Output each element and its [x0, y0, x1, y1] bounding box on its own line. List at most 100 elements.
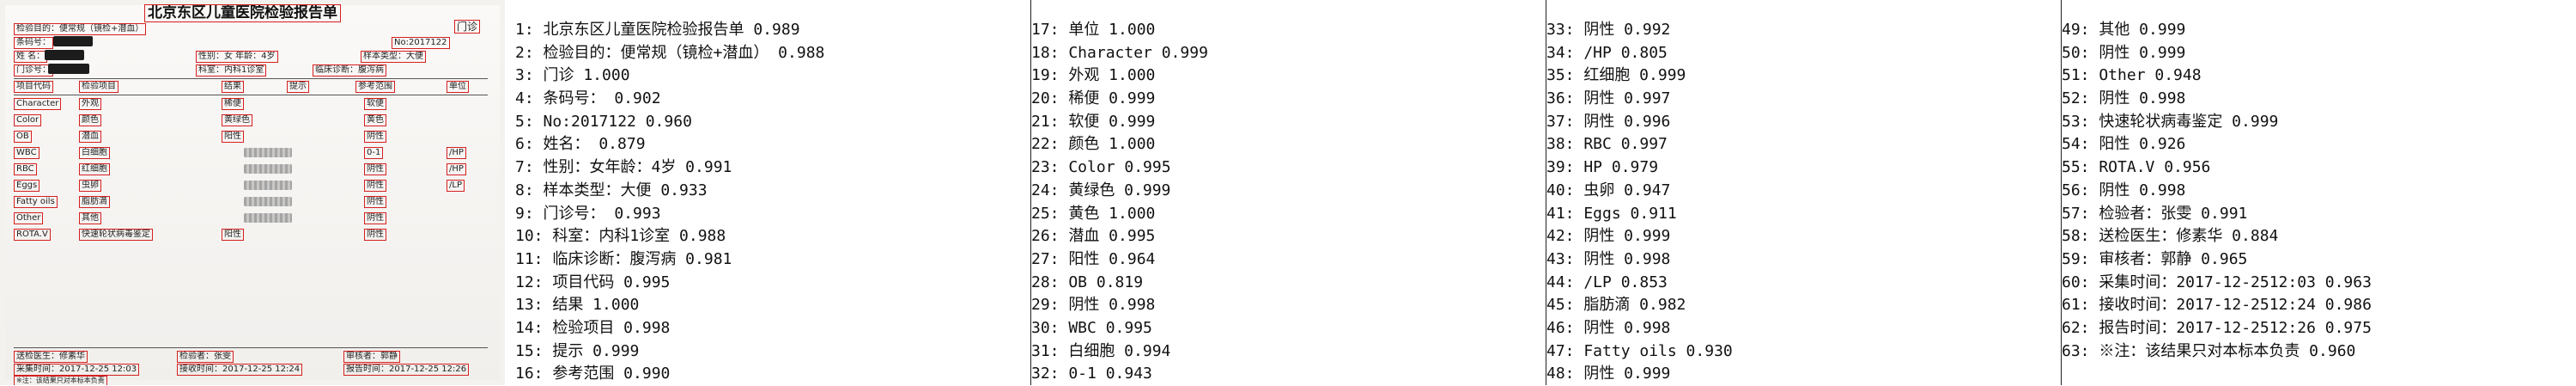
ocr-line: 52: 阴性 0.998: [2062, 89, 2186, 108]
row-item: 虫卵: [79, 180, 101, 192]
ocr-line: 45: 脂肪滴 0.982: [1546, 296, 1686, 315]
department-box: 科室：内科1诊室: [196, 64, 267, 77]
ocr-line: 41: Eggs 0.911: [1546, 204, 1677, 223]
ocr-line: 53: 快速轮状病毒鉴定 0.999: [2062, 112, 2279, 131]
ocr-line: 24: 黄绿色 0.999: [1031, 181, 1171, 199]
row-code: ROTA.V: [14, 229, 51, 241]
report-time-box: 报告时间：2017-12-25 12:26: [343, 364, 470, 376]
note-box: ※注：该结果只对本标本负责: [14, 376, 107, 385]
row-range: 黄色: [364, 114, 386, 126]
ocr-line: 43: 阴性 0.998: [1546, 249, 1671, 268]
row-item: 其他: [79, 212, 101, 224]
row-code: Eggs: [14, 180, 40, 192]
ocr-line: 25: 黄色 1.000: [1031, 204, 1156, 223]
ocr-line: 60: 采集时间：2017-12-2512:03 0.963: [2062, 273, 2372, 291]
row-unit: /HP: [447, 147, 466, 159]
ocr-line: 62: 报告时间：2017-12-2512:26 0.975: [2062, 318, 2372, 337]
ocr-line: 19: 外观 1.000: [1031, 66, 1156, 85]
ocr-line: 63: ※注：该结果只对本标本负责 0.960: [2062, 341, 2356, 360]
receive-time-box: 接收时间：2017-12-25 12:24: [177, 364, 303, 376]
ocr-line: 46: 阴性 0.998: [1546, 318, 1671, 337]
redacted-barcode: [53, 36, 93, 46]
row-unit: /HP: [447, 163, 466, 175]
ocr-line: 16: 参考范围 0.990: [515, 365, 671, 383]
ocr-line: 9: 门诊号： 0.993: [515, 204, 661, 223]
col-unit-header: 单位: [447, 81, 469, 93]
ocr-line: 40: 虫卵 0.947: [1546, 181, 1671, 199]
barcode-box: 条码号：: [14, 37, 53, 49]
ocr-line: 58: 送检医生：修素华 0.884: [2062, 227, 2279, 246]
blurred-result: [244, 148, 292, 157]
row-item: 白细胞: [79, 147, 110, 159]
ocr-line: 5: No:2017122 0.960: [515, 112, 692, 131]
blurred-result: [244, 197, 292, 206]
ocr-line: 11: 临床诊断：腹泻病 0.981: [515, 249, 732, 268]
ocr-list: 17: 单位 1.000 18: Character 0.999 19: 外观 1.…: [1031, 19, 1208, 386]
blurred-result: [244, 181, 292, 190]
ocr-line: 12: 项目代码 0.995: [515, 273, 671, 291]
row-range: 阴性: [364, 196, 386, 208]
ocr-pane: 49: 其他 0.999 50: 阴性 0.999 51: Other 0.948 5…: [2061, 0, 2576, 385]
ocr-line: 56: 阴性 0.998: [2062, 181, 2186, 199]
row-item: 外观: [79, 98, 101, 110]
collect-time-box: 采集时间：2017-12-25 12:03: [14, 364, 140, 376]
row-item: 潜血: [79, 131, 101, 143]
ocr-line: 27: 阳性 0.964: [1031, 249, 1156, 268]
row-range: 阴性: [364, 180, 386, 192]
row-result: 黄绿色: [222, 114, 252, 126]
col-code-header: 项目代码: [14, 81, 53, 93]
ocr-line: 33: 阴性 0.992: [1546, 21, 1671, 39]
ocr-line: 23: Color 0.995: [1031, 158, 1171, 177]
inspector-box: 检验者：张雯: [177, 351, 234, 363]
ocr-line: 32: 0-1 0.943: [1031, 365, 1152, 383]
ocr-line: 3: 门诊 1.000: [515, 66, 630, 85]
diagnosis-box: 临床诊断：腹泻病: [313, 64, 386, 77]
ocr-line: 57: 检验者：张雯 0.991: [2062, 204, 2248, 223]
row-range: 阴性: [364, 212, 386, 224]
ocr-line: 1: 北京东区儿童医院检验报告单 0.989: [515, 21, 800, 39]
ocr-line: 38: RBC 0.997: [1546, 135, 1668, 154]
row-code: RBC: [14, 163, 37, 175]
report-no-box: No:2017122: [392, 37, 450, 49]
ocr-line: 39: HP 0.979: [1546, 158, 1659, 177]
ocr-line: 35: 红细胞 0.999: [1546, 66, 1686, 85]
col-range-header: 参考范围: [355, 81, 395, 93]
row-unit: /LP: [447, 180, 465, 192]
ocr-line: 8: 样本类型：大便 0.933: [515, 181, 708, 199]
col-hint-header: 提示: [287, 81, 309, 93]
ocr-line: 29: 阴性 0.998: [1031, 296, 1156, 315]
row-code: WBC: [14, 147, 39, 159]
ocr-line: 47: Fatty oils 0.930: [1546, 341, 1733, 360]
header-rule: [14, 78, 488, 79]
ocr-line: 15: 提示 0.999: [515, 341, 640, 360]
ocr-line: 20: 稀便 0.999: [1031, 89, 1156, 108]
row-item: 脂肪滴: [79, 196, 110, 208]
row-item: 颜色: [79, 114, 101, 126]
row-result: 稀便: [222, 98, 244, 110]
ocr-line: 21: 软便 0.999: [1031, 112, 1156, 131]
row-code: Fatty oils: [14, 196, 58, 208]
report-title: 北京东区儿童医院检验报告单: [144, 4, 341, 22]
row-range: 阴性: [364, 163, 386, 175]
row-range: 阴性: [364, 229, 386, 241]
specimen-box: 样本类型：大便: [361, 51, 426, 63]
ocr-line: 7: 性别：女年龄：4岁 0.991: [515, 158, 732, 177]
row-code: OB: [14, 131, 32, 143]
row-code: Color: [14, 114, 42, 126]
ocr-line: 48: 阴性 0.999: [1546, 365, 1671, 383]
row-code: Character: [14, 98, 62, 110]
ocr-line: 36: 阴性 0.997: [1546, 89, 1671, 108]
ocr-line: 28: OB 0.819: [1031, 273, 1144, 291]
ocr-line: 30: WBC 0.995: [1031, 318, 1152, 337]
row-item: 红细胞: [79, 163, 110, 175]
redacted-name: [45, 50, 84, 60]
row-range: 0-1: [364, 147, 384, 159]
sender-box: 送检医生：修素华: [14, 351, 88, 363]
redacted-clinic-no: [48, 64, 89, 74]
ocr-line: 17: 单位 1.000: [1031, 21, 1156, 39]
ocr-line: 18: Character 0.999: [1031, 43, 1208, 62]
ocr-list: 1: 北京东区儿童医院检验报告单 0.989 2: 检验目的：便常规（镜检+潜血）…: [515, 19, 824, 386]
row-range: 阴性: [364, 131, 386, 143]
ocr-line: 22: 颜色 1.000: [1031, 135, 1156, 154]
col-item-header: 检验项目: [79, 81, 118, 93]
